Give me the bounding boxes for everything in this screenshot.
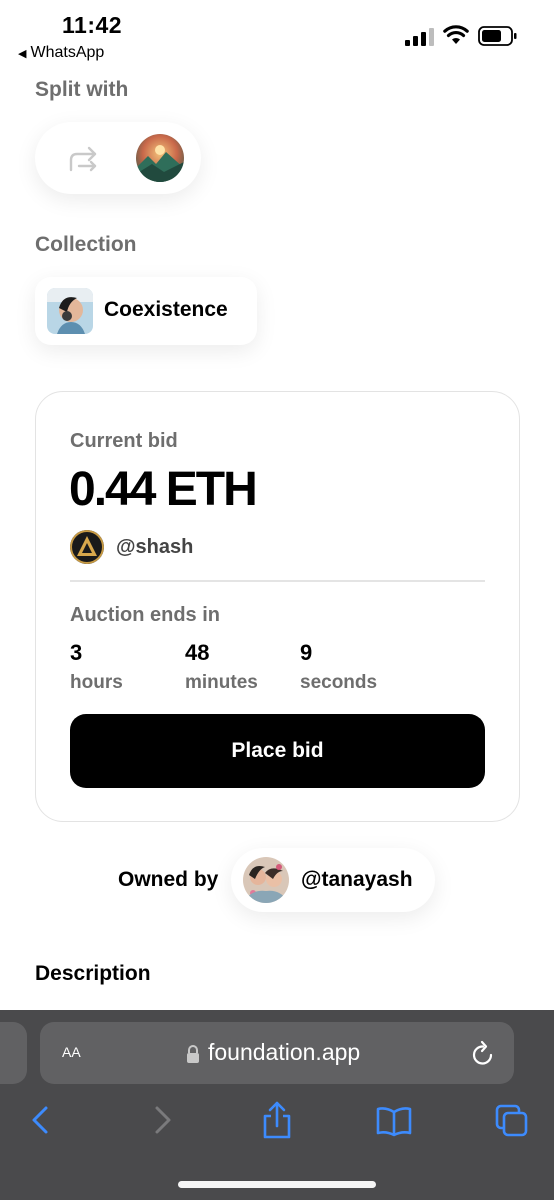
split-user-avatar[interactable] bbox=[136, 134, 184, 182]
wifi-icon bbox=[443, 25, 469, 44]
countdown-unit: seconds bbox=[300, 672, 378, 693]
collection-heading: Collection bbox=[35, 233, 137, 256]
bid-card: Current bid 0.44 ETH @shash Auction ends… bbox=[35, 391, 520, 822]
forward-chevron-icon[interactable] bbox=[143, 1100, 179, 1140]
back-to-app-link[interactable]: ◀ WhatsApp bbox=[18, 44, 104, 62]
countdown-value: 48 bbox=[185, 640, 210, 665]
cellular-signal-icon bbox=[405, 28, 434, 46]
collection-name: Coexistence bbox=[104, 298, 228, 321]
address-bar[interactable]: AA foundation.app bbox=[40, 1022, 514, 1084]
current-bid-label: Current bid bbox=[70, 430, 178, 452]
browser-toolbar: AA foundation.app bbox=[0, 1010, 554, 1200]
status-bar: 11:42 ◀ WhatsApp bbox=[0, 0, 554, 70]
url-text: foundation.app bbox=[208, 1039, 361, 1065]
collection-pill[interactable]: Coexistence bbox=[35, 277, 257, 345]
description-heading: Description bbox=[35, 962, 151, 985]
countdown-unit: hours bbox=[70, 672, 123, 693]
home-indicator bbox=[178, 1181, 376, 1188]
auction-ends-label: Auction ends in bbox=[70, 604, 220, 626]
bidder-handle[interactable]: @shash bbox=[116, 536, 193, 559]
text-size-button[interactable]: AA bbox=[62, 1040, 81, 1063]
bidder-avatar[interactable] bbox=[70, 530, 104, 564]
countdown-seconds: 9 seconds bbox=[300, 640, 377, 694]
owner-avatar bbox=[243, 857, 289, 903]
split-pill[interactable] bbox=[35, 122, 201, 194]
share-icon[interactable] bbox=[259, 1100, 295, 1140]
countdown-value: 3 bbox=[70, 640, 83, 665]
owned-by-label: Owned by bbox=[118, 868, 219, 891]
reload-icon[interactable] bbox=[471, 1040, 495, 1066]
collection-thumbnail bbox=[47, 288, 93, 334]
bookmarks-icon[interactable] bbox=[376, 1100, 412, 1140]
status-time: 11:42 bbox=[62, 12, 123, 38]
countdown-hours: 3 hours bbox=[70, 640, 123, 694]
text-size-label: AA bbox=[62, 1044, 81, 1060]
owner-pill[interactable]: @tanayash bbox=[231, 848, 435, 912]
countdown-unit: minutes bbox=[185, 672, 258, 693]
countdown-value: 9 bbox=[300, 640, 313, 665]
place-bid-button[interactable]: Place bid bbox=[70, 714, 485, 788]
countdown-minutes: 48 minutes bbox=[185, 640, 258, 694]
lock-icon bbox=[187, 1045, 199, 1063]
back-triangle-icon: ◀ bbox=[18, 47, 27, 60]
owner-handle: @tanayash bbox=[301, 868, 413, 891]
split-arrow-icon bbox=[69, 146, 97, 172]
tabs-icon[interactable] bbox=[494, 1100, 530, 1140]
split-with-heading: Split with bbox=[35, 78, 129, 101]
back-chevron-icon[interactable] bbox=[24, 1100, 60, 1140]
previous-tab-preview[interactable] bbox=[0, 1022, 27, 1084]
battery-icon bbox=[478, 26, 517, 46]
back-app-label: WhatsApp bbox=[30, 44, 105, 61]
bid-divider bbox=[70, 580, 485, 582]
scroll-fade bbox=[0, 62, 554, 76]
current-bid-amount: 0.44 ETH bbox=[69, 463, 258, 516]
